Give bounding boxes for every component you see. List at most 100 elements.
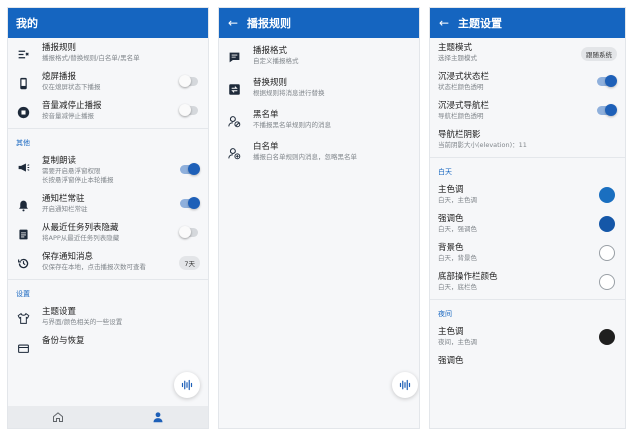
setting-notification-pinned[interactable]: 通知栏常驻 开启通知栏常驻 (8, 189, 208, 218)
color-swatch[interactable] (599, 328, 615, 345)
setting-subtitle: 状态栏颜色透明 (438, 83, 484, 91)
page-title: 我的 (16, 17, 38, 30)
history-icon (14, 255, 32, 271)
rules-icon (14, 46, 32, 62)
setting-subtitle: 当前阴影大小(elevation)：11 (438, 141, 527, 149)
setting-subtitle: 夜间，主色调 (438, 338, 477, 346)
rule-subtitle: 自定义播报格式 (253, 57, 299, 65)
light-primary-color[interactable]: 主色调 白天，主色调 (430, 180, 625, 209)
bottom-navigation (8, 406, 208, 428)
voice-fab[interactable] (174, 372, 200, 398)
setting-title: 保存通知消息 (42, 252, 94, 262)
setting-subtitle: 导航栏颜色透明 (438, 112, 484, 120)
setting-title: 背景色 (438, 243, 464, 253)
rule-title: 白名单 (253, 142, 279, 152)
nav-profile[interactable] (108, 406, 208, 428)
setting-subtitle: 按音量减停止播报 (42, 112, 94, 120)
setting-subtitle: 仅保存在本地，点击播报次数可查看 (42, 263, 146, 271)
person-add-icon (225, 145, 243, 161)
section-header-other: 其他 (16, 139, 30, 147)
setting-title: 主色调 (438, 185, 464, 195)
setting-title: 从最近任务列表隐藏 (42, 223, 119, 233)
night-accent-color[interactable]: 强调色 (430, 351, 625, 371)
setting-subtitle-2: 长按悬浮窗停止本轮播报 (42, 176, 114, 184)
backup-icon (14, 339, 32, 355)
setting-broadcast-rules[interactable]: 播报规则 播报格式/替换规则/白名单/黑名单 (8, 38, 208, 67)
light-background-color[interactable]: 背景色 白天，背景色 (430, 238, 625, 267)
section-header-light: 白天 (438, 168, 452, 176)
setting-subtitle: 开启通知栏常驻 (42, 205, 88, 213)
setting-subtitle: 白天，底栏色 (438, 283, 477, 291)
setting-title: 通知栏常驻 (42, 194, 85, 204)
light-accent-color[interactable]: 强调色 白天，强调色 (430, 209, 625, 238)
volume-stop-toggle[interactable] (179, 103, 198, 116)
rule-subtitle: 播报白名单规则内消息，忽略黑名单 (253, 153, 357, 161)
nav-home[interactable] (8, 406, 108, 428)
notification-pinned-toggle[interactable] (180, 196, 200, 209)
screen-off-toggle[interactable] (179, 74, 198, 87)
page-title: 播报规则 (247, 17, 291, 30)
setting-save-notifications[interactable]: 保存通知消息 仅保存在本地，点击播报次数可查看 7天 (8, 247, 208, 276)
rule-title: 播报格式 (253, 46, 288, 56)
setting-subtitle: 白天，背景色 (438, 254, 477, 262)
theme-mode[interactable]: 主题模式 选择主题模式 跟随系统 (430, 38, 625, 67)
section-header-settings: 设置 (16, 290, 30, 298)
setting-title: 导航栏阴影 (438, 130, 481, 140)
copy-read-toggle[interactable] (180, 163, 200, 175)
setting-title: 沉浸式状态栏 (438, 72, 490, 82)
person-icon (152, 411, 164, 423)
immersive-status-bar[interactable]: 沉浸式状态栏 状态栏颜色透明 (430, 67, 625, 96)
color-swatch[interactable] (599, 244, 615, 261)
page-title: 主题设置 (458, 17, 502, 30)
sound-wave-icon (181, 379, 193, 391)
immersive-status-bar-toggle[interactable] (597, 74, 617, 87)
immersive-nav-bar-toggle[interactable] (597, 103, 617, 116)
shirt-icon (14, 310, 32, 326)
rule-whitelist[interactable]: 白名单 播报白名单规则内消息，忽略黑名单 (219, 134, 419, 166)
rule-subtitle: 根据规则将消息进行替换 (253, 89, 325, 97)
back-arrow-icon[interactable]: ← (430, 16, 458, 30)
setting-screen-off-broadcast[interactable]: 熄屏播报 仅在熄屏状态下播报 (8, 67, 208, 96)
person-block-icon (225, 113, 243, 129)
megaphone-icon (14, 159, 32, 175)
setting-title: 强调色 (438, 356, 464, 366)
setting-backup-restore[interactable]: 备份与恢复 (8, 331, 208, 359)
color-swatch[interactable] (599, 186, 615, 203)
setting-subtitle: 与界面/颜色相关的一些设置 (42, 318, 123, 326)
setting-subtitle: 播报格式/替换规则/白名单/黑名单 (42, 54, 140, 62)
setting-title: 强调色 (438, 214, 464, 224)
chat-icon (225, 49, 243, 65)
setting-title: 备份与恢复 (42, 336, 85, 346)
color-swatch[interactable] (599, 273, 615, 290)
light-bottom-bar-color[interactable]: 底部操作栏颜色 白天，底栏色 (430, 267, 625, 296)
setting-title: 主色调 (438, 327, 464, 337)
hide-recents-toggle[interactable] (179, 225, 198, 238)
rule-broadcast-format[interactable]: 播报格式 自定义播报格式 (219, 38, 419, 70)
voice-fab[interactable] (392, 372, 418, 398)
rule-blacklist[interactable]: 黑名单 不播报黑名单规则内的消息 (219, 102, 419, 134)
my-screen: 我的 播报规则 播报格式/替换规则/白名单/黑名单 熄屏播报 仅在熄屏状态下播报… (7, 7, 209, 429)
color-swatch[interactable] (599, 215, 615, 232)
setting-title: 主题设置 (42, 307, 77, 317)
setting-copy-read[interactable]: 复制朗读 需要开启悬浮窗权限 长按悬浮窗停止本轮播报 (8, 151, 208, 189)
rule-replace[interactable]: 替换规则 根据规则将消息进行替换 (219, 70, 419, 102)
setting-subtitle: 白天，主色调 (438, 196, 477, 204)
app-bar: 我的 (8, 8, 208, 38)
back-arrow-icon[interactable]: ← (219, 16, 247, 30)
theme-mode-chip[interactable]: 跟随系统 (581, 46, 617, 61)
setting-title: 播报规则 (42, 43, 77, 53)
setting-volume-stop[interactable]: 音量减停止播报 按音量减停止播报 (8, 96, 208, 125)
setting-subtitle: 将APP从最近任务列表隐藏 (42, 234, 120, 242)
immersive-nav-bar[interactable]: 沉浸式导航栏 导航栏颜色透明 (430, 96, 625, 125)
retention-chip[interactable]: 7天 (179, 255, 200, 270)
setting-title: 熄屏播报 (42, 72, 77, 82)
night-primary-color[interactable]: 主色调 夜间，主色调 (430, 322, 625, 351)
divider (430, 157, 625, 158)
setting-hide-recents[interactable]: 从最近任务列表隐藏 将APP从最近任务列表隐藏 (8, 218, 208, 247)
theme-settings-screen: ← 主题设置 主题模式 选择主题模式 跟随系统 沉浸式状态栏 状态栏颜色透明 沉… (429, 7, 626, 429)
setting-theme[interactable]: 主题设置 与界面/颜色相关的一些设置 (8, 302, 208, 331)
setting-title: 底部操作栏颜色 (438, 272, 498, 282)
nav-bar-shadow[interactable]: 导航栏阴影 当前阴影大小(elevation)：11 (430, 125, 625, 154)
divider (8, 128, 208, 129)
bell-icon (14, 197, 32, 213)
